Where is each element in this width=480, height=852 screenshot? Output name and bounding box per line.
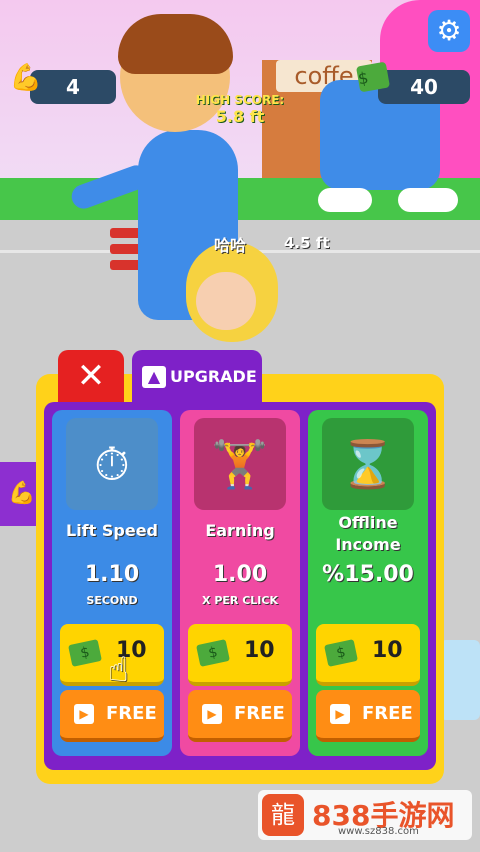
flexed-arm-icon: 💪 [8,481,36,506]
buy-price: 10 [372,638,403,663]
cash-stack-icon: $ [68,639,102,667]
cash-counter: 40 [378,70,470,104]
free-label: FREE [234,703,285,724]
card-title: Lift Speed [66,521,158,540]
tap-hand-icon: ☝ [108,650,129,690]
up-arrow-icon: ▲ [142,366,166,388]
upgrade-card-earning: 🏋 Earning 1.00 X PER CLICK $ 10 ▶ FREE [180,410,300,756]
card-unit: X PER CLICK [202,594,278,607]
card-title: Earning [205,521,275,540]
partner-face [196,272,256,330]
close-button[interactable]: ✕ [58,350,124,402]
buy-price: 10 [244,638,275,663]
free-button-earning[interactable]: ▶ FREE [188,690,292,742]
cash-stack-icon: $ [324,639,358,667]
water-bottle [440,640,480,720]
card-value: 1.00 [212,562,268,587]
card-title: Offline Income [335,513,401,554]
hourglass-muscle-icon: ⌛ [322,418,414,510]
giant-shoe-left [318,188,372,212]
upgrade-card-offline-income: ⌛ Offline Income %15.00 $ 10 ▶ FREE [308,410,428,756]
play-video-icon: ▶ [202,704,222,724]
close-icon: ✕ [76,356,106,396]
dumbbell-plus-icon: 🏋 [194,418,286,510]
high-score-label: HIGH SCORE: [195,93,285,107]
settings-button[interactable]: ⚙ [428,10,470,52]
stopwatch-dumbbell-icon: ⏱ [66,418,158,510]
cash-stack-icon: $ [196,639,230,667]
buy-button-offline-income[interactable]: $ 10 [316,624,420,686]
partner-label: 哈哈 [214,236,247,255]
gear-icon: ⚙ [436,14,462,47]
giant-shoe-right [398,188,458,212]
free-button-offline-income[interactable]: ▶ FREE [316,690,420,742]
player-hair [118,14,233,74]
free-button-lift-speed[interactable]: ▶ FREE [60,690,164,742]
card-value: 1.10 [84,562,140,587]
high-score-value: 5.8 ft [215,107,265,126]
free-label: FREE [362,703,413,724]
watermark-url: www.sz838.com [338,826,419,837]
flexed-arm-icon: 💪 [9,63,43,93]
tab-upgrade-label: UPGRADE [170,367,257,386]
card-value: %15.00 [322,562,414,587]
dragon-logo-icon: 龍 [262,794,304,836]
upgrade-card-lift-speed: ⏱ Lift Speed 1.10 SECOND $ 10 ▶ FREE [52,410,172,756]
buy-button-earning[interactable]: $ 10 [188,624,292,686]
play-video-icon: ▶ [330,704,350,724]
cash-stack-icon: $ [355,61,391,93]
tab-upgrade[interactable]: ▲ UPGRADE [132,350,262,402]
play-video-icon: ▶ [74,704,94,724]
card-unit: SECOND [86,594,138,607]
free-label: FREE [106,703,157,724]
partner-height: 4.5 ft [284,234,330,252]
